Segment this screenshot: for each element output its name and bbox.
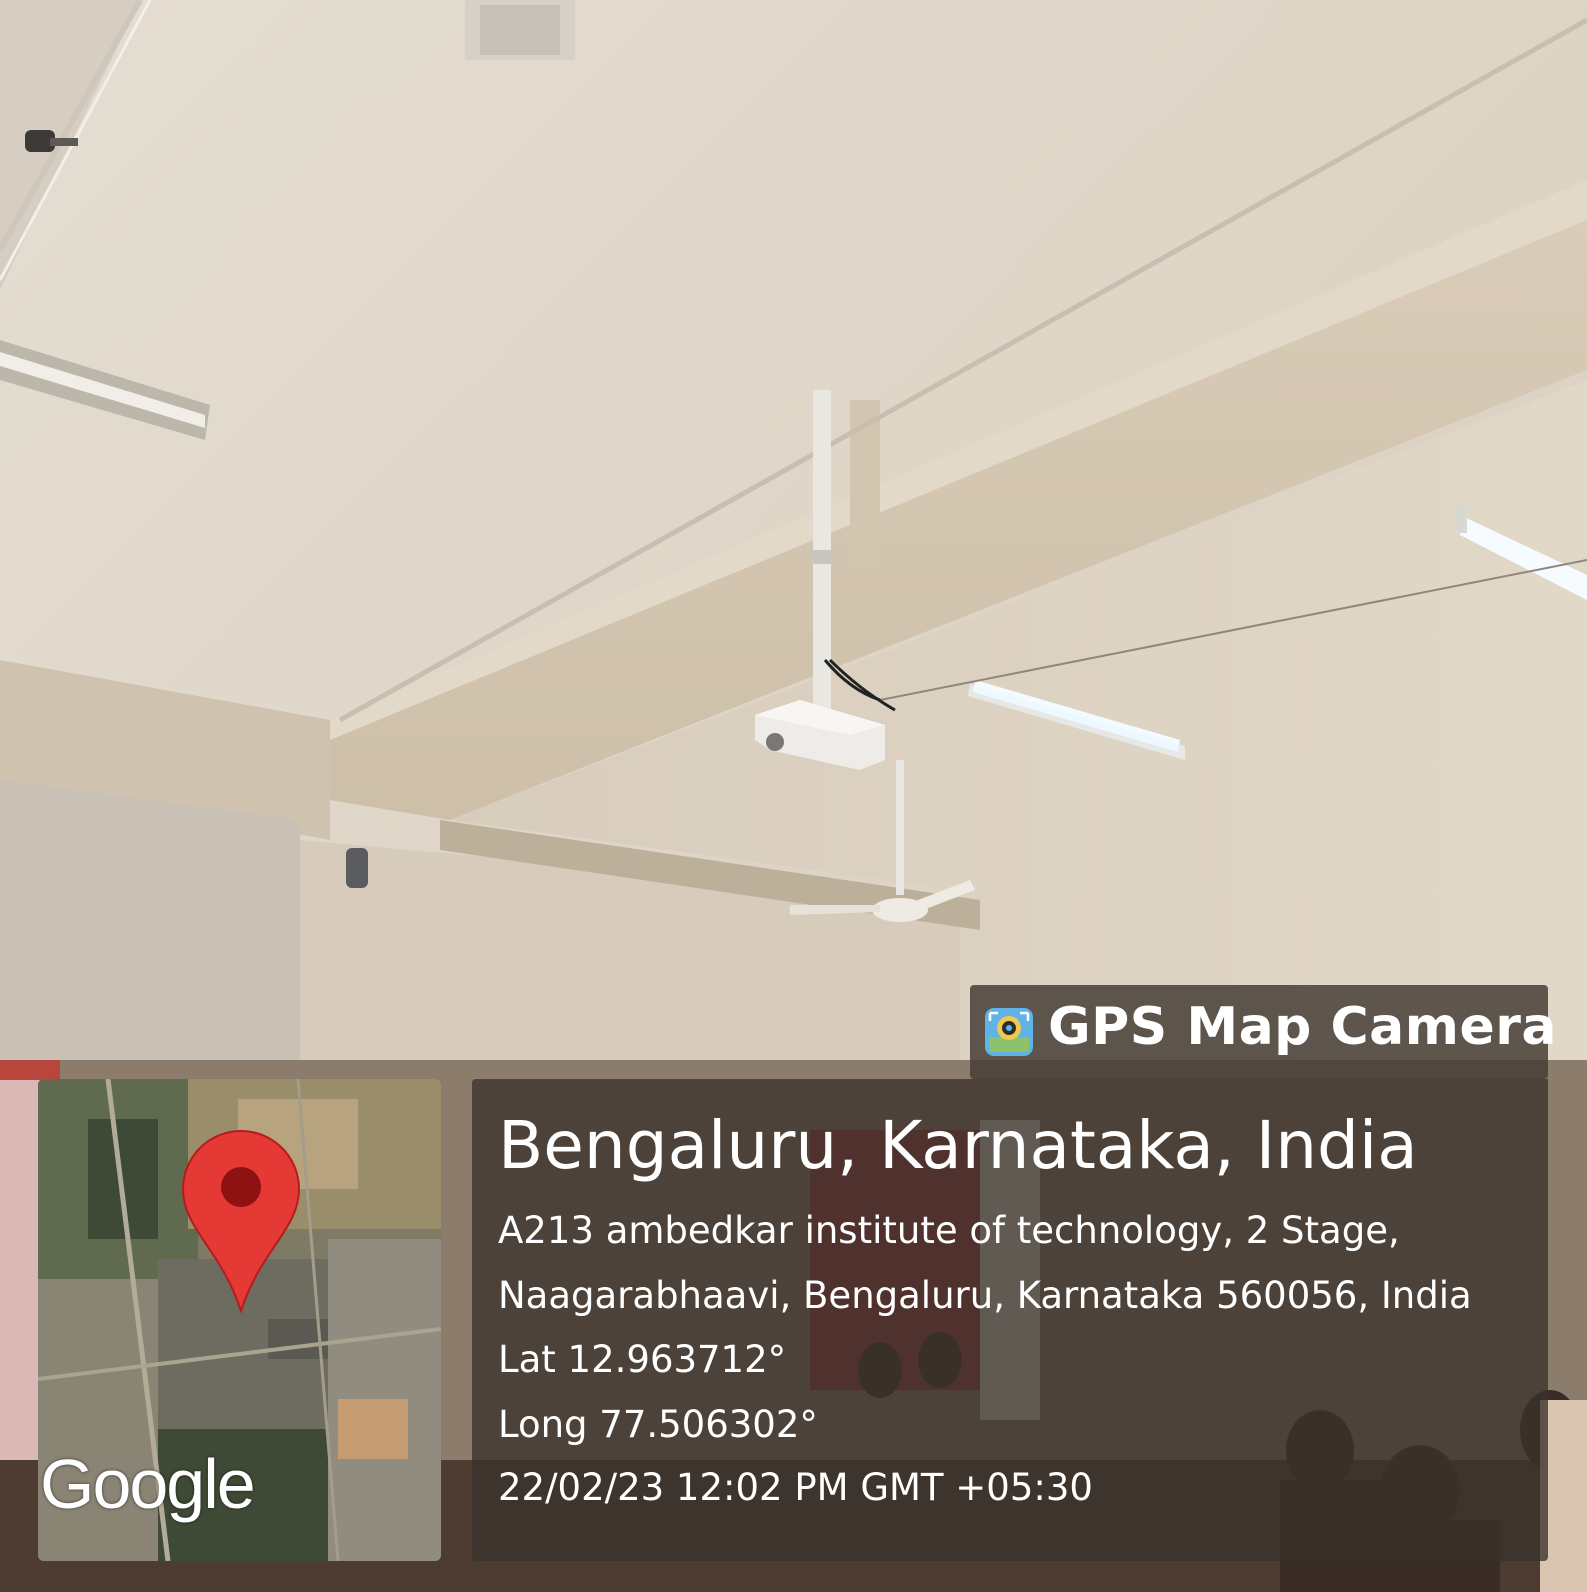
address-line-1: A213 ambedkar institute of technology, 2… [498, 1209, 1400, 1252]
map-pin-icon [181, 1129, 301, 1313]
wall-speaker [346, 848, 368, 888]
location-info-box: Bengaluru, Karnataka, India A213 ambedka… [472, 1079, 1548, 1561]
google-logo: Google [40, 1445, 256, 1523]
timestamp: 22/02/23 12:02 PM GMT +05:30 [498, 1466, 1093, 1509]
longitude: Long 77.506302° [498, 1403, 818, 1446]
app-title-box: GPS Map Camera [970, 985, 1556, 1079]
map-thumbnail: Google [38, 1079, 441, 1561]
location-title: Bengaluru, Karnataka, India [498, 1107, 1418, 1184]
app-title: GPS Map Camera [1048, 997, 1557, 1057]
gps-map-camera-app-icon [985, 1008, 1033, 1056]
latitude: Lat 12.963712° [498, 1338, 787, 1381]
address-line-2: Naagarabhaavi, Bengaluru, Karnataka 5600… [498, 1274, 1472, 1317]
